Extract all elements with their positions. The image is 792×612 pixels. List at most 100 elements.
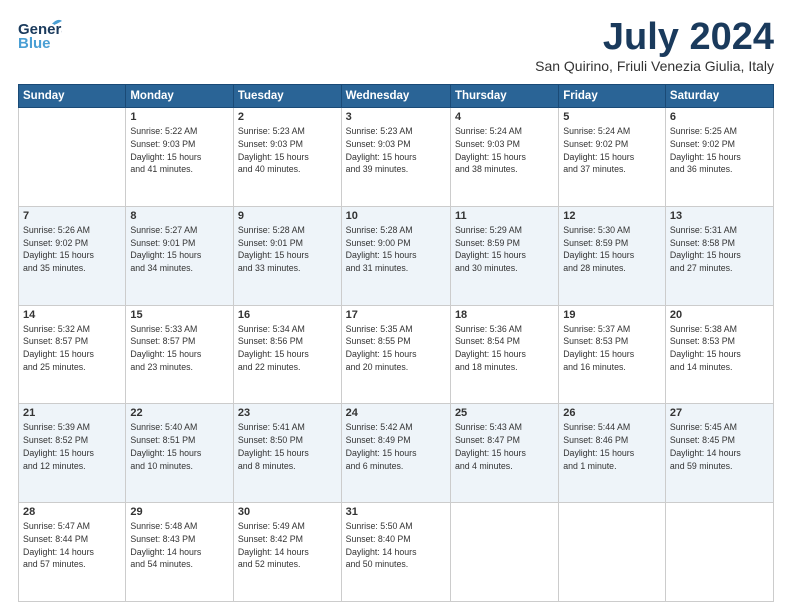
day-number: 8 bbox=[130, 210, 229, 222]
table-row: 19Sunrise: 5:37 AM Sunset: 8:53 PM Dayli… bbox=[559, 305, 666, 404]
day-info: Sunrise: 5:26 AM Sunset: 9:02 PM Dayligh… bbox=[23, 224, 121, 275]
table-row bbox=[450, 503, 558, 602]
table-row bbox=[559, 503, 666, 602]
calendar-week-row: 21Sunrise: 5:39 AM Sunset: 8:52 PM Dayli… bbox=[19, 404, 774, 503]
table-row: 10 Sunrise: 5:28 AM Sunset: 9:00 PM Dayli… bbox=[341, 206, 450, 305]
day-number: 22 bbox=[130, 407, 229, 419]
col-sunday: Sunday bbox=[19, 85, 126, 108]
table-row: 6 Sunrise: 5:25 AM Sunset: 9:02 PM Daylig… bbox=[665, 108, 773, 207]
day-info: Sunrise: 5:41 AM Sunset: 8:50 PM Dayligh… bbox=[238, 421, 337, 472]
calendar-week-row: 1 Sunrise: 5:22 AM Sunset: 9:03 PM Daylig… bbox=[19, 108, 774, 207]
day-number: 21 bbox=[23, 407, 121, 419]
table-row: 17Sunrise: 5:35 AM Sunset: 8:55 PM Dayli… bbox=[341, 305, 450, 404]
day-info: Sunrise: 5:30 AM Sunset: 8:59 PM Dayligh… bbox=[563, 224, 661, 275]
day-number: 7 bbox=[23, 210, 121, 222]
table-row: 30Sunrise: 5:49 AM Sunset: 8:42 PM Dayli… bbox=[233, 503, 341, 602]
day-number: 2 bbox=[238, 111, 337, 123]
table-row: 21Sunrise: 5:39 AM Sunset: 8:52 PM Dayli… bbox=[19, 404, 126, 503]
header: General Blue July 2024 San Quirino, Friu… bbox=[18, 18, 774, 74]
day-number: 24 bbox=[346, 407, 446, 419]
header-row: Sunday Monday Tuesday Wednesday Thursday… bbox=[19, 85, 774, 108]
day-info: Sunrise: 5:45 AM Sunset: 8:45 PM Dayligh… bbox=[670, 421, 769, 472]
day-info: Sunrise: 5:44 AM Sunset: 8:46 PM Dayligh… bbox=[563, 421, 661, 472]
svg-text:Blue: Blue bbox=[18, 35, 51, 52]
col-tuesday: Tuesday bbox=[233, 85, 341, 108]
table-row: 12 Sunrise: 5:30 AM Sunset: 8:59 PM Dayli… bbox=[559, 206, 666, 305]
table-row: 18 Sunrise: 5:36 AM Sunset: 8:54 PM Dayli… bbox=[450, 305, 558, 404]
table-row: 4Sunrise: 5:24 AM Sunset: 9:03 PM Daylig… bbox=[450, 108, 558, 207]
table-row: 27 Sunrise: 5:45 AM Sunset: 8:45 PM Dayli… bbox=[665, 404, 773, 503]
day-info: Sunrise: 5:29 AM Sunset: 8:59 PM Dayligh… bbox=[455, 224, 554, 275]
day-info: Sunrise: 5:34 AM Sunset: 8:56 PM Dayligh… bbox=[238, 323, 337, 374]
table-row bbox=[665, 503, 773, 602]
day-number: 4 bbox=[455, 111, 554, 123]
day-info: Sunrise: 5:43 AM Sunset: 8:47 PM Dayligh… bbox=[455, 421, 554, 472]
day-info: Sunrise: 5:42 AM Sunset: 8:49 PM Dayligh… bbox=[346, 421, 446, 472]
table-row: 7 Sunrise: 5:26 AM Sunset: 9:02 PM Daylig… bbox=[19, 206, 126, 305]
day-info: Sunrise: 5:32 AM Sunset: 8:57 PM Dayligh… bbox=[23, 323, 121, 374]
table-row bbox=[19, 108, 126, 207]
day-info: Sunrise: 5:27 AM Sunset: 9:01 PM Dayligh… bbox=[130, 224, 229, 275]
day-number: 5 bbox=[563, 111, 661, 123]
table-row: 13 Sunrise: 5:31 AM Sunset: 8:58 PM Dayli… bbox=[665, 206, 773, 305]
table-row: 2 Sunrise: 5:23 AM Sunset: 9:03 PM Daylig… bbox=[233, 108, 341, 207]
col-monday: Monday bbox=[126, 85, 234, 108]
table-row: 25 Sunrise: 5:43 AM Sunset: 8:47 PM Dayli… bbox=[450, 404, 558, 503]
table-row: 14 Sunrise: 5:32 AM Sunset: 8:57 PM Dayli… bbox=[19, 305, 126, 404]
calendar-week-row: 7 Sunrise: 5:26 AM Sunset: 9:02 PM Daylig… bbox=[19, 206, 774, 305]
day-number: 16 bbox=[238, 309, 337, 321]
calendar-week-row: 28 Sunrise: 5:47 AM Sunset: 8:44 PM Dayli… bbox=[19, 503, 774, 602]
location-subtitle: San Quirino, Friuli Venezia Giulia, Ital… bbox=[535, 58, 774, 74]
table-row: 26 Sunrise: 5:44 AM Sunset: 8:46 PM Dayli… bbox=[559, 404, 666, 503]
col-saturday: Saturday bbox=[665, 85, 773, 108]
table-row: 9Sunrise: 5:28 AM Sunset: 9:01 PM Daylig… bbox=[233, 206, 341, 305]
day-info: Sunrise: 5:47 AM Sunset: 8:44 PM Dayligh… bbox=[23, 520, 121, 571]
day-number: 27 bbox=[670, 407, 769, 419]
col-friday: Friday bbox=[559, 85, 666, 108]
day-number: 20 bbox=[670, 309, 769, 321]
day-number: 12 bbox=[563, 210, 661, 222]
day-info: Sunrise: 5:33 AM Sunset: 8:57 PM Dayligh… bbox=[130, 323, 229, 374]
day-number: 3 bbox=[346, 111, 446, 123]
day-number: 11 bbox=[455, 210, 554, 222]
month-year-title: July 2024 bbox=[535, 18, 774, 56]
day-info: Sunrise: 5:24 AM Sunset: 9:02 PM Dayligh… bbox=[563, 125, 661, 176]
day-number: 26 bbox=[563, 407, 661, 419]
col-thursday: Thursday bbox=[450, 85, 558, 108]
day-info: Sunrise: 5:38 AM Sunset: 8:53 PM Dayligh… bbox=[670, 323, 769, 374]
day-number: 25 bbox=[455, 407, 554, 419]
table-row: 16 Sunrise: 5:34 AM Sunset: 8:56 PM Dayli… bbox=[233, 305, 341, 404]
day-info: Sunrise: 5:48 AM Sunset: 8:43 PM Dayligh… bbox=[130, 520, 229, 571]
table-row: 31Sunrise: 5:50 AM Sunset: 8:40 PM Dayli… bbox=[341, 503, 450, 602]
day-number: 15 bbox=[130, 309, 229, 321]
table-row: 3 Sunrise: 5:23 AM Sunset: 9:03 PM Daylig… bbox=[341, 108, 450, 207]
table-row: 29Sunrise: 5:48 AM Sunset: 8:43 PM Dayli… bbox=[126, 503, 234, 602]
day-info: Sunrise: 5:36 AM Sunset: 8:54 PM Dayligh… bbox=[455, 323, 554, 374]
title-block: July 2024 San Quirino, Friuli Venezia Gi… bbox=[535, 18, 774, 74]
day-info: Sunrise: 5:28 AM Sunset: 9:00 PM Dayligh… bbox=[346, 224, 446, 275]
day-info: Sunrise: 5:50 AM Sunset: 8:40 PM Dayligh… bbox=[346, 520, 446, 571]
day-info: Sunrise: 5:23 AM Sunset: 9:03 PM Dayligh… bbox=[346, 125, 446, 176]
day-number: 1 bbox=[130, 111, 229, 123]
table-row: 28 Sunrise: 5:47 AM Sunset: 8:44 PM Dayli… bbox=[19, 503, 126, 602]
day-info: Sunrise: 5:25 AM Sunset: 9:02 PM Dayligh… bbox=[670, 125, 769, 176]
day-info: Sunrise: 5:23 AM Sunset: 9:03 PM Dayligh… bbox=[238, 125, 337, 176]
table-row: 11 Sunrise: 5:29 AM Sunset: 8:59 PM Dayli… bbox=[450, 206, 558, 305]
table-row: 5 Sunrise: 5:24 AM Sunset: 9:02 PM Daylig… bbox=[559, 108, 666, 207]
table-row: 15 Sunrise: 5:33 AM Sunset: 8:57 PM Dayli… bbox=[126, 305, 234, 404]
day-number: 14 bbox=[23, 309, 121, 321]
day-number: 30 bbox=[238, 506, 337, 518]
day-number: 10 bbox=[346, 210, 446, 222]
day-number: 28 bbox=[23, 506, 121, 518]
day-number: 13 bbox=[670, 210, 769, 222]
day-number: 6 bbox=[670, 111, 769, 123]
day-number: 18 bbox=[455, 309, 554, 321]
day-info: Sunrise: 5:22 AM Sunset: 9:03 PM Dayligh… bbox=[130, 125, 229, 176]
day-number: 19 bbox=[563, 309, 661, 321]
day-info: Sunrise: 5:28 AM Sunset: 9:01 PM Dayligh… bbox=[238, 224, 337, 275]
day-info: Sunrise: 5:35 AM Sunset: 8:55 PM Dayligh… bbox=[346, 323, 446, 374]
day-info: Sunrise: 5:40 AM Sunset: 8:51 PM Dayligh… bbox=[130, 421, 229, 472]
page: General Blue July 2024 San Quirino, Friu… bbox=[0, 0, 792, 612]
day-info: Sunrise: 5:31 AM Sunset: 8:58 PM Dayligh… bbox=[670, 224, 769, 275]
day-number: 23 bbox=[238, 407, 337, 419]
